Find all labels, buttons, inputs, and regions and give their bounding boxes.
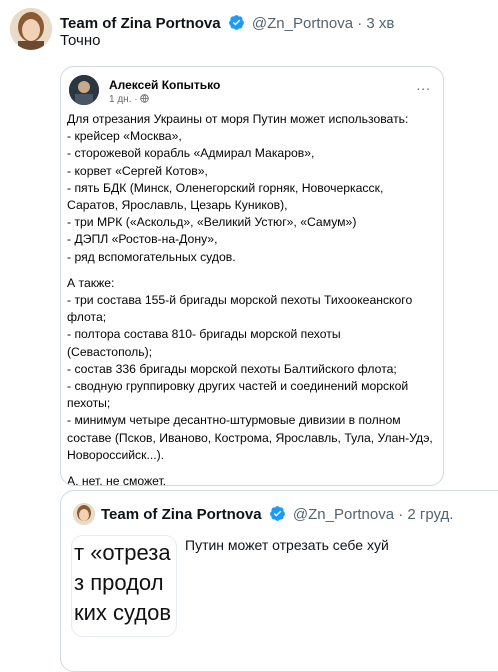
- post-line: пехоты;: [67, 396, 111, 411]
- post-line: Для отрезания Украины от моря Путин може…: [67, 112, 409, 126]
- quoted-tweet-author-line: Team of Zina Portnova @Zn_Portnova · 2 г…: [101, 505, 453, 523]
- thumbnail-text-line: ких судов: [74, 600, 172, 625]
- post-author-name: Алексей Копытько: [109, 78, 221, 92]
- post-line: - крейсер «Москва»,: [67, 129, 182, 144]
- quoted-tweet-card[interactable]: Team of Zina Portnova @Zn_Portnova · 2 г…: [60, 490, 498, 672]
- post-line: - корвет «Сергей Котов»,: [67, 163, 208, 178]
- author-name[interactable]: Team of Zina Portnova: [60, 15, 221, 32]
- author-line: Team of Zina Portnova @Zn_Portnova · 3 х…: [60, 14, 394, 32]
- post-line: - сводную группировку других частей и со…: [67, 379, 409, 394]
- post-line: флота;: [67, 310, 107, 325]
- quoted-tweet-handle: @Zn_Portnova: [292, 506, 395, 523]
- post-line: (Севастополь);: [67, 344, 153, 359]
- verified-badge-icon: [269, 506, 285, 521]
- separator-dot: ·: [357, 15, 363, 32]
- post-author-avatar: [69, 75, 99, 105]
- post-meta-separator: ·: [134, 94, 138, 105]
- post-header: Алексей Копытько 1 дн. · ...: [69, 75, 435, 115]
- tweet-time[interactable]: 3 хв: [366, 15, 394, 32]
- post-line: - ДЭПЛ «Ростов-на-Дону»,: [67, 232, 218, 247]
- thumbnail-text-line: з продол: [74, 570, 164, 595]
- post-line: Новороссийск...).: [67, 447, 165, 462]
- quoted-tweet-avatar: [73, 503, 95, 525]
- post-line: - состав 336 бригады морской пехоты Балт…: [67, 361, 397, 376]
- post-body: Для отрезания Украины от моря Путин може…: [67, 111, 437, 486]
- post-time: 1 дн.: [109, 94, 132, 105]
- post-line: - полтора состава 810- бригады морской п…: [67, 327, 341, 342]
- more-options-icon: ...: [416, 77, 431, 93]
- author-handle[interactable]: @Zn_Portnova: [252, 15, 353, 32]
- post-line: Саратов, Ярославль, Цезарь Куников),: [67, 198, 288, 213]
- globe-icon: [140, 94, 150, 103]
- quoted-post-card[interactable]: Алексей Копытько 1 дн. · ... Для отрезан…: [60, 66, 444, 486]
- post-line: - сторожевой корабль «Адмирал Макаров»,: [67, 146, 315, 161]
- avatar-portrait-icon: [10, 8, 52, 50]
- post-line: составе (Псков, Иваново, Кострома, Яросл…: [67, 430, 433, 445]
- post-closing: А, нет, не сможет.: [67, 474, 167, 486]
- post-line: - три состава 155-й бригады морской пехо…: [67, 293, 413, 308]
- post-line: - минимум четыре десантно-штурмовые диви…: [67, 413, 401, 428]
- quoted-tweet-time: 2 груд.: [407, 506, 454, 523]
- post-line: А также:: [67, 275, 115, 290]
- verified-badge-icon: [228, 15, 244, 30]
- quoted-tweet-author-name: Team of Zina Portnova: [101, 506, 262, 523]
- quoted-tweet-thumbnail[interactable]: т «отреза з продол ких судов: [71, 535, 177, 637]
- post-line: - ряд вспомогательных судов.: [67, 249, 236, 264]
- thumbnail-text-line: т «отреза: [74, 540, 171, 565]
- avatar-photo-icon: [69, 75, 99, 105]
- avatar-portrait-icon: [73, 503, 95, 525]
- post-line: - три МРК («Аскольд», «Великий Устюг», «…: [67, 215, 357, 230]
- separator-dot: ·: [398, 506, 404, 523]
- post-line: - пять БДК (Минск, Оленегорский горняк, …: [67, 180, 384, 195]
- avatar[interactable]: [10, 8, 52, 50]
- tweet-text: Точно: [60, 32, 101, 49]
- quoted-tweet-text: Путин может отрезать себе хуй: [185, 537, 389, 553]
- post-meta: 1 дн. ·: [109, 94, 150, 105]
